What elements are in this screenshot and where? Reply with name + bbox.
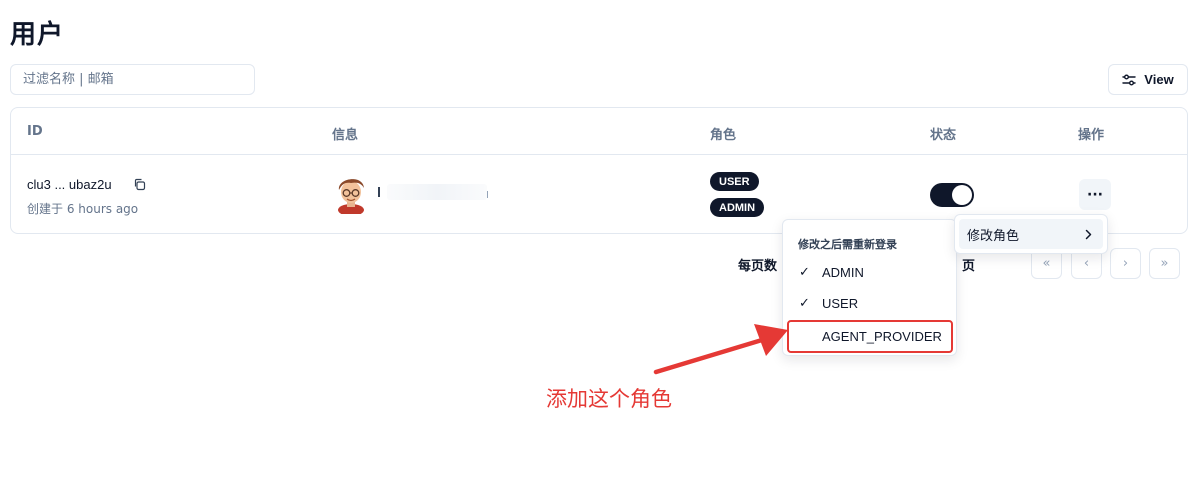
- page-suffix-label: 页: [962, 259, 976, 274]
- role-submenu: 修改之后需重新登录 ✓ ADMIN ✓ USER AGENT_PROVIDER: [782, 219, 957, 356]
- check-icon: ✓: [799, 264, 810, 280]
- user-info-text: [378, 187, 380, 197]
- status-toggle[interactable]: [930, 183, 974, 207]
- annotation-arrow-icon: [653, 324, 788, 375]
- next-page-button[interactable]: ›: [1110, 248, 1141, 279]
- user-id: clu3 ... ubaz2u: [27, 177, 112, 192]
- role-option-user[interactable]: ✓ USER: [787, 289, 953, 317]
- change-role-menu-item[interactable]: 修改角色: [959, 219, 1103, 249]
- role-badge-admin: ADMIN: [710, 198, 765, 217]
- role-option-admin[interactable]: ✓ ADMIN: [787, 258, 953, 286]
- header-divider: [11, 154, 1187, 155]
- sliders-icon: [1122, 74, 1136, 85]
- annotation-text: 添加这个角色: [546, 387, 672, 411]
- user-info-redacted: [387, 184, 487, 200]
- status-toggle-knob: [952, 185, 972, 205]
- role-option-agent-provider[interactable]: AGENT_PROVIDER: [787, 320, 953, 353]
- column-header-actions: 操作: [1078, 128, 1105, 143]
- submenu-header: 修改之后需重新登录: [798, 238, 897, 251]
- avatar: [338, 179, 364, 214]
- chevron-right-icon: [1085, 229, 1092, 239]
- role-badge-user: USER: [710, 172, 759, 191]
- role-option-label: AGENT_PROVIDER: [822, 329, 942, 344]
- user-created-time: 创建于 6 hours ago: [27, 202, 139, 216]
- view-button-label: View: [1144, 72, 1174, 87]
- filter-input[interactable]: [10, 64, 255, 95]
- copy-icon[interactable]: [133, 178, 146, 191]
- row-action-menu: 修改角色: [954, 214, 1108, 254]
- per-page-label: 每页数: [738, 259, 778, 274]
- check-icon: ✓: [799, 295, 810, 311]
- role-option-label: ADMIN: [822, 264, 864, 280]
- column-header-info: 信息: [332, 128, 359, 143]
- column-header-status: 状态: [930, 128, 957, 143]
- page-title: 用户: [10, 20, 65, 50]
- row-actions-button[interactable]: ···: [1079, 179, 1111, 210]
- role-option-label: USER: [822, 295, 859, 311]
- last-page-button[interactable]: »: [1149, 248, 1180, 279]
- view-button[interactable]: View: [1108, 64, 1188, 95]
- column-header-id: ID: [27, 124, 43, 139]
- column-header-roles: 角色: [710, 128, 737, 143]
- user-info-text-end: [487, 191, 488, 198]
- change-role-label: 修改角色: [967, 228, 1020, 244]
